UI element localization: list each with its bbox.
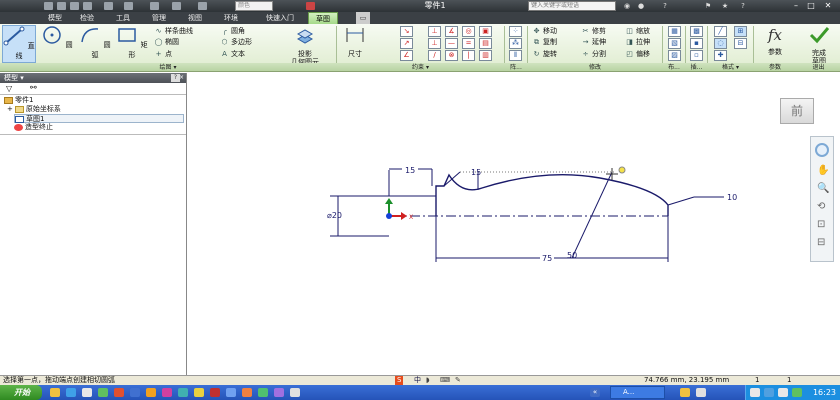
taskbar-icon[interactable]: [680, 388, 690, 397]
status-value-1: 1: [755, 376, 760, 384]
steering-wheel-icon[interactable]: [815, 143, 829, 157]
origin-point[interactable]: [386, 213, 392, 219]
sketch-drawing: 15 15 ⌀20 10 75 50 X: [327, 165, 737, 263]
y-arrowhead: [385, 198, 393, 204]
ime-keyboard-icon[interactable]: ⌨: [440, 376, 450, 385]
dim-20[interactable]: ⌀20: [327, 211, 342, 220]
start-button[interactable]: 开始: [0, 385, 42, 400]
viewcube[interactable]: 前: [780, 98, 814, 124]
snap-indicator: [618, 166, 626, 174]
quicklaunch-icon[interactable]: [258, 388, 268, 397]
tray-icon[interactable]: [764, 388, 774, 397]
sketch-profile[interactable]: [435, 173, 669, 216]
network-icon[interactable]: [792, 388, 802, 397]
taskbar-icon[interactable]: [696, 388, 706, 397]
status-bar: 选择第一点，拖动端点创建相切圆弧 S 中 ◗ ⌨ ✎ 74.766 mm, 23…: [0, 375, 840, 385]
status-message: 选择第一点，拖动端点创建相切圆弧: [3, 376, 115, 384]
quicklaunch-icon[interactable]: [242, 388, 252, 397]
quicklaunch-icon[interactable]: [178, 388, 188, 397]
taskbar-overflow-icon[interactable]: «: [590, 388, 600, 397]
ime-punct-icon[interactable]: ◗: [426, 376, 430, 385]
quicklaunch-icon[interactable]: [146, 388, 156, 397]
dim-10[interactable]: 10: [727, 193, 737, 202]
ime-chinese[interactable]: 中: [414, 376, 421, 385]
quicklaunch-icon[interactable]: [66, 388, 76, 397]
ime-tools-icon[interactable]: ✎: [455, 376, 461, 385]
quicklaunch-icon[interactable]: [290, 388, 300, 397]
status-value-2: 1: [787, 376, 792, 384]
quicklaunch-icon[interactable]: [162, 388, 172, 397]
look-at-icon[interactable]: ⊡: [817, 219, 825, 230]
orbit-icon[interactable]: ⟲: [817, 201, 825, 212]
quicklaunch-icon[interactable]: [130, 388, 140, 397]
quicklaunch-icon[interactable]: [194, 388, 204, 397]
radius-line-50: [571, 171, 613, 259]
dim-20-value: 20: [332, 211, 342, 220]
system-tray: 16:23: [745, 385, 840, 400]
quicklaunch-icon[interactable]: [114, 388, 124, 397]
quicklaunch-icon[interactable]: [210, 388, 220, 397]
ime-icon[interactable]: S: [395, 376, 404, 385]
tray-icon[interactable]: [750, 388, 760, 397]
taskbar: 开始 « A... 16:23: [0, 385, 840, 400]
x-arrowhead: [401, 212, 407, 220]
navigation-bar: ✋ 🔍 ⟲ ⊡ ⊟: [810, 136, 834, 262]
quicklaunch-icon[interactable]: [274, 388, 284, 397]
zoom-icon[interactable]: 🔍: [817, 183, 829, 194]
dim-15-a[interactable]: 15: [405, 166, 415, 175]
dim-50[interactable]: 50: [567, 251, 577, 260]
leader-line: [667, 196, 695, 206]
volume-icon[interactable]: [778, 388, 788, 397]
start-label: 开始: [14, 388, 30, 397]
dim-15-b[interactable]: 15: [471, 168, 481, 177]
quicklaunch-icon[interactable]: [226, 388, 236, 397]
pan-icon[interactable]: ✋: [817, 165, 829, 176]
dim-75[interactable]: 75: [542, 254, 552, 263]
taskbar-inventor-item[interactable]: A...: [610, 386, 665, 399]
quicklaunch-icon[interactable]: [50, 388, 60, 397]
clock[interactable]: 16:23: [813, 385, 836, 400]
cursor-coordinates: 74.766 mm, 23.195 mm: [644, 376, 730, 384]
x-axis-label: X: [409, 214, 413, 221]
quicklaunch-icon[interactable]: [82, 388, 92, 397]
quicklaunch-icon[interactable]: [98, 388, 108, 397]
zoom-window-icon[interactable]: ⊟: [817, 237, 825, 248]
